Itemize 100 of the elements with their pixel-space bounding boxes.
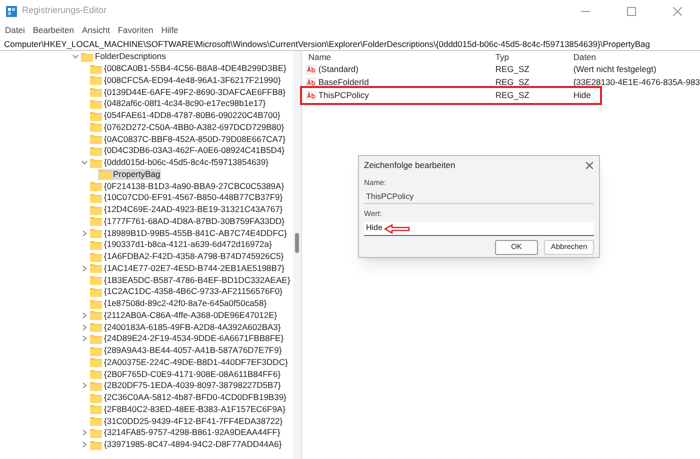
folder-icon bbox=[90, 298, 102, 309]
value-type: REG_SZ bbox=[495, 76, 530, 89]
tree-item[interactable]: {1C2AC1DC-4358-4B6C-9733-AF21156576F0} bbox=[89, 286, 284, 298]
tree-item[interactable]: {008CFC5A-ED94-4e48-96A1-3F6217F21990} bbox=[89, 74, 282, 86]
tree-item[interactable]: {054FAE61-4DD8-4787-80B6-090220C4B700} bbox=[89, 110, 282, 122]
tree-item[interactable]: {0F214138-B1D3-4a90-BBA9-27CBC0C5389A} bbox=[89, 180, 286, 192]
menu-item[interactable]: Bearbeiten bbox=[32, 24, 74, 36]
scrollbar-thumb[interactable] bbox=[295, 233, 300, 253]
value-name: BaseFolderId bbox=[318, 76, 369, 89]
tree-item[interactable]: {1e87508d-89c2-42f0-8a7e-645a0f50ca58} bbox=[89, 298, 268, 310]
folder-icon bbox=[90, 204, 102, 215]
tree-item[interactable]: {008CA0B1-55B4-4C56-B8A8-4DE4B299D3BE} bbox=[89, 63, 288, 74]
folder-icon bbox=[90, 98, 102, 109]
folder-icon bbox=[90, 122, 102, 132]
tree-item[interactable]: {1777F761-68AD-4D8A-87BD-30B759FA33DD} bbox=[89, 216, 286, 227]
tree-item[interactable]: {2400183A-6185-49FB-A2D8-4A392A602BA3} bbox=[89, 322, 282, 333]
tree-item[interactable]: {2112AB0A-C86A-4ffe-A368-0DE96E47012E} bbox=[89, 310, 278, 321]
chevron-icon[interactable] bbox=[81, 230, 88, 237]
column-header[interactable]: Name bbox=[302, 50, 496, 64]
tree-item[interactable]: FolderDescriptions bbox=[80, 51, 167, 62]
chevron-icon[interactable] bbox=[81, 382, 88, 390]
column-header[interactable]: Daten bbox=[573, 50, 596, 64]
tree-item[interactable]: {2B0F765D-C0E9-4171-908E-08A611B84FF6} bbox=[89, 368, 282, 380]
folder-icon bbox=[90, 357, 102, 368]
folder-icon bbox=[99, 169, 111, 180]
window-title: Registrierungs-Editor bbox=[22, 4, 107, 18]
tree-item[interactable]: {24D89E24-2F19-4534-9DDE-6A6671FBB8FE} bbox=[89, 333, 285, 344]
folder-icon bbox=[90, 134, 102, 144]
tree-item[interactable]: {10C07CD0-EF91-4567-B850-448B77CB37F9} bbox=[89, 192, 284, 204]
folder-icon bbox=[90, 369, 102, 380]
chevron-icon[interactable] bbox=[81, 159, 88, 166]
address-field[interactable]: Computer\HKEY_LOCAL_MACHINE\SOFTWARE\Microsoft\Windows\CurrentVersion\Explorer\FolderDescriptions\{0ddd015d-b06c-45d5-8c4c-f59713854639}\PropertyBag bbox=[0, 38, 700, 51]
scrollbar[interactable] bbox=[293, 51, 302, 459]
tree-item[interactable]: PropertyBag bbox=[98, 168, 162, 180]
folder-icon bbox=[90, 146, 102, 156]
value-data: (Wert nicht festgelegt) bbox=[573, 63, 656, 76]
folder-icon bbox=[90, 75, 102, 86]
folder-icon bbox=[81, 52, 93, 62]
folder-icon bbox=[90, 380, 102, 391]
tree-item[interactable]: {0AC0837C-BBF8-452A-850D-79D08E667CA7} bbox=[89, 134, 286, 145]
folder-icon bbox=[90, 286, 102, 297]
chevron-icon[interactable] bbox=[81, 264, 88, 272]
app-icon bbox=[6, 6, 17, 16]
tree-item[interactable]: {0762D272-C50A-4BB0-A382-697DCD729B80} bbox=[89, 122, 286, 133]
close-button[interactable] bbox=[584, 160, 594, 170]
folder-icon bbox=[90, 228, 102, 238]
maximize-icon bbox=[626, 6, 636, 16]
folder-icon bbox=[90, 404, 102, 414]
string-value-icon bbox=[306, 65, 316, 74]
tree-item[interactable]: {0482af6c-08f1-4c34-8c90-e17ec98b1e17} bbox=[89, 98, 267, 110]
value-type: REG_SZ bbox=[495, 63, 530, 76]
string-value-icon bbox=[306, 91, 316, 100]
tree-item[interactable]: {31C0DD25-9439-4F12-BF41-7FF4EDA38722} bbox=[89, 416, 284, 427]
menu-item[interactable]: Ansicht bbox=[82, 24, 110, 36]
folder-icon bbox=[90, 440, 102, 450]
tree-item[interactable]: {1A6FDBA2-F42D-4358-A798-B74D745926C5} bbox=[89, 251, 285, 262]
tree-item[interactable]: {2F8B40C2-83ED-48EE-B383-A1F157EC6F9A} bbox=[89, 404, 286, 415]
tree-item[interactable]: {3214FA85-9757-4298-B861-92A9DEAA44FF} bbox=[89, 427, 282, 438]
tree-item[interactable]: {1AC14E77-02E7-4E5D-B744-2EB1AE5198B7} bbox=[89, 262, 286, 274]
value-type: REG_SZ bbox=[495, 89, 530, 102]
column-header[interactable]: Typ bbox=[495, 50, 574, 64]
tree-item[interactable]: {190337d1-b8ca-4121-a639-6d472d16972a} bbox=[89, 239, 273, 250]
folder-icon bbox=[90, 416, 102, 426]
tree-item[interactable]: {12D4C69E-24AD-4923-BE19-31321C43A767} bbox=[89, 204, 284, 216]
folder-icon bbox=[90, 392, 102, 403]
folder-icon bbox=[90, 181, 102, 192]
tree-item[interactable]: {0D4C3DB6-03A3-462F-A0E6-08924C41B5D4} bbox=[89, 145, 286, 156]
menu-item[interactable]: Hilfe bbox=[161, 24, 178, 36]
folder-icon bbox=[90, 275, 102, 286]
folder-icon bbox=[90, 110, 102, 121]
folder-icon bbox=[90, 252, 102, 262]
value-name: (Standard) bbox=[318, 63, 358, 76]
menu-item[interactable]: Favoriten bbox=[118, 24, 154, 36]
tree-item[interactable]: {0ddd015d-b06c-45d5-8c4c-f59713854639} bbox=[89, 157, 270, 168]
tree-item[interactable]: {2A00375E-224C-49DE-B8D1-440DF7EF3DDC} bbox=[89, 356, 289, 368]
folder-icon bbox=[90, 64, 102, 74]
folder-icon bbox=[90, 158, 102, 168]
folder-icon bbox=[90, 428, 102, 438]
tree-item[interactable]: {2C36C0AA-5812-4b87-BFD0-4CD0DFB19B39} bbox=[89, 392, 288, 404]
folder-icon bbox=[90, 216, 102, 226]
folder-icon bbox=[90, 240, 102, 250]
name-field[interactable]: ThisPCPolicy bbox=[364, 190, 594, 204]
folder-icon bbox=[90, 263, 102, 274]
tree-item[interactable]: {18989B1D-99B5-455B-841C-AB7C74E4DDFC} bbox=[89, 228, 288, 239]
folder-icon bbox=[90, 87, 102, 98]
value-data: {33E28130-4E1E-4676-835A-983 bbox=[573, 76, 700, 89]
folder-icon bbox=[90, 346, 102, 356]
tree-item[interactable]: {289A9A43-BE44-4057-A41B-587A76D7E7F9} bbox=[89, 345, 283, 356]
folder-icon bbox=[90, 192, 102, 203]
value-data: Hide bbox=[573, 89, 591, 102]
tree-item[interactable]: {2B20DF75-1EDA-4039-8097-38798227D5B7} bbox=[89, 380, 282, 392]
value-field[interactable]: Hide bbox=[364, 222, 594, 236]
tree-item[interactable]: {0139D44E-6AFE-49F2-8690-3DAFCAE6FFB8} bbox=[89, 86, 286, 98]
tree-item[interactable]: {1B3EA5DC-B587-4786-B4EF-BD1DC332AEAE} bbox=[89, 274, 292, 286]
folder-icon bbox=[90, 334, 102, 344]
tree-item[interactable]: {33971985-8C47-4894-94C2-D8F77ADD44A6} bbox=[89, 439, 283, 450]
value-name: ThisPCPolicy bbox=[318, 89, 369, 102]
menu-item[interactable]: Datei bbox=[5, 24, 25, 36]
dialog-title: Zeichenfolge bearbeiten bbox=[364, 158, 456, 172]
chevron-icon[interactable] bbox=[72, 53, 79, 60]
